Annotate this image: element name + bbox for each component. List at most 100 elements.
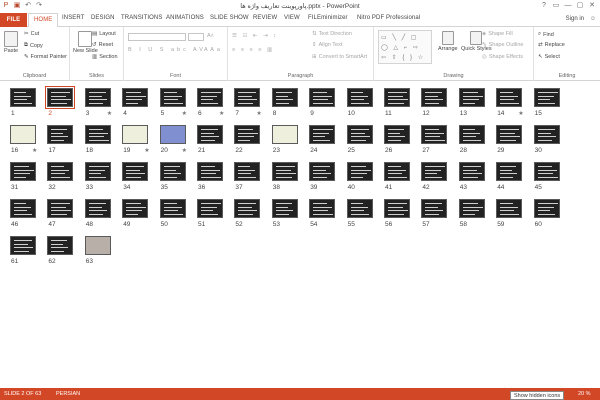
font-size-combo[interactable] xyxy=(188,33,204,41)
tab-view[interactable]: VIEW xyxy=(284,15,300,21)
slide-thumbnail[interactable] xyxy=(84,162,111,181)
font-name-combo[interactable] xyxy=(128,33,186,41)
animation-star-icon[interactable]: ★ xyxy=(182,110,187,117)
slide-thumbnail[interactable] xyxy=(10,199,36,218)
tab-nitro-pdf[interactable]: Nitro PDF Professional xyxy=(357,15,420,21)
tab-insert[interactable]: INSERT xyxy=(62,15,85,21)
tab-fileminimizer[interactable]: FILEminimizer xyxy=(308,15,348,21)
slide-thumbnail[interactable] xyxy=(271,88,298,107)
slide-thumbnail[interactable] xyxy=(271,199,298,218)
arrange-button[interactable]: Arrange xyxy=(438,31,458,52)
slide-thumbnail[interactable] xyxy=(384,88,410,107)
slide-thumbnail[interactable] xyxy=(309,199,336,218)
minimize-button[interactable]: — xyxy=(562,0,574,10)
slide-thumbnail[interactable] xyxy=(234,199,261,218)
slide-thumbnail[interactable] xyxy=(496,162,523,181)
slide-thumbnail[interactable] xyxy=(271,125,298,144)
slide-thumbnail[interactable] xyxy=(159,162,186,181)
slide-thumbnail[interactable] xyxy=(45,86,76,109)
animation-star-icon[interactable]: ★ xyxy=(107,110,112,117)
shape-outline-button[interactable]: ✎ Shape Outline xyxy=(482,42,523,48)
slide-thumbnail[interactable] xyxy=(346,125,373,144)
animation-star-icon[interactable]: ★ xyxy=(182,147,187,154)
text-direction-button[interactable]: ⇅ Text Direction xyxy=(312,31,352,37)
slide-thumbnail[interactable] xyxy=(84,125,111,144)
slide-thumbnail[interactable] xyxy=(384,162,410,181)
slide-thumbnail[interactable] xyxy=(122,199,149,218)
slide-thumbnail[interactable] xyxy=(496,199,523,218)
shape-fill-button[interactable]: ◈ Shape Fill xyxy=(482,31,513,37)
slide-thumbnail[interactable] xyxy=(458,125,485,144)
slide-thumbnail[interactable] xyxy=(533,88,560,107)
slide-thumbnail[interactable] xyxy=(533,162,560,181)
slide-thumbnail[interactable] xyxy=(47,236,74,255)
slide-thumbnail[interactable] xyxy=(309,125,336,144)
slide-thumbnail[interactable] xyxy=(197,162,223,181)
slide-thumbnail[interactable] xyxy=(458,162,485,181)
ribbon-display-button[interactable]: ▭ xyxy=(550,0,562,10)
slide-thumbnail[interactable] xyxy=(10,236,36,255)
font-color-icon[interactable]: A xyxy=(204,47,208,53)
slide-thumbnail[interactable] xyxy=(458,88,485,107)
shape-effects-button[interactable]: ◎ Shape Effects xyxy=(482,54,523,60)
account-avatar-icon[interactable]: ☺ xyxy=(590,16,596,22)
slide-thumbnail[interactable] xyxy=(234,88,261,107)
cut-button[interactable]: ✂ Cut xyxy=(24,31,39,37)
slide-thumbnail[interactable] xyxy=(346,88,373,107)
shapes-gallery[interactable]: ▭ ╲ ╱ ▢ ◯ △ ⌐ ⇨ ⇦ ⇧ { } ☆ xyxy=(378,30,432,64)
slide-thumbnail[interactable] xyxy=(10,162,36,181)
tab-animations[interactable]: ANIMATIONS xyxy=(166,15,204,21)
animation-star-icon[interactable]: ★ xyxy=(518,110,523,117)
slide-thumbnail[interactable] xyxy=(47,162,74,181)
slide-thumbnail[interactable] xyxy=(122,125,149,144)
tab-slide-show[interactable]: SLIDE SHOW xyxy=(210,15,249,21)
find-button[interactable]: ⌕ Find xyxy=(538,31,554,38)
slide-thumbnail[interactable] xyxy=(122,162,149,181)
tab-transitions[interactable]: TRANSITIONS xyxy=(121,15,162,21)
slide-thumbnail[interactable] xyxy=(309,88,336,107)
close-button[interactable]: ✕ xyxy=(586,0,598,10)
slide-thumbnail[interactable] xyxy=(496,88,523,107)
select-button[interactable]: ↖ Select xyxy=(538,54,560,60)
slide-thumbnail[interactable] xyxy=(10,125,36,144)
slide-thumbnail[interactable] xyxy=(197,125,223,144)
convert-smartart-button[interactable]: ⊞ Convert to SmartArt xyxy=(312,54,367,60)
help-button[interactable]: ? xyxy=(538,0,550,10)
align-buttons[interactable]: ≡ ≡ ≡ ≡ ▥ xyxy=(232,47,274,53)
slide-thumbnail[interactable] xyxy=(10,88,36,107)
slide-thumbnail[interactable] xyxy=(458,199,485,218)
slide-thumbnail[interactable] xyxy=(84,236,111,255)
slide-thumbnail[interactable] xyxy=(346,199,373,218)
animation-star-icon[interactable]: ★ xyxy=(219,110,224,117)
slide-thumbnail[interactable] xyxy=(234,162,261,181)
slide-thumbnail[interactable] xyxy=(496,125,523,144)
slide-thumbnail[interactable] xyxy=(421,199,448,218)
slide-thumbnail[interactable] xyxy=(384,125,410,144)
slide-thumbnail[interactable] xyxy=(309,162,336,181)
slide-thumbnail[interactable] xyxy=(421,162,448,181)
layout-button[interactable]: ▤ Layout xyxy=(92,31,116,37)
animation-star-icon[interactable]: ★ xyxy=(32,147,37,154)
slide-thumbnail[interactable] xyxy=(47,125,74,144)
language-indicator[interactable]: PERSIAN xyxy=(56,391,80,397)
slide-thumbnail[interactable] xyxy=(346,162,373,181)
slide-thumbnail[interactable] xyxy=(533,199,560,218)
list-buttons[interactable]: ☰ ☷ ⇤ ⇥ ↕ xyxy=(232,33,278,39)
reset-button[interactable]: ↺ Reset xyxy=(92,42,113,48)
slide-thumbnail[interactable] xyxy=(159,125,186,144)
font-format-buttons[interactable]: B I U S abc AV Aa xyxy=(128,47,223,53)
animation-star-icon[interactable]: ★ xyxy=(256,110,261,117)
animation-star-icon[interactable]: ★ xyxy=(144,147,149,154)
slide-thumbnail[interactable] xyxy=(197,88,223,107)
slide-thumbnail[interactable] xyxy=(421,125,448,144)
grow-font-icon[interactable]: A˄ xyxy=(207,33,214,39)
slide-thumbnail[interactable] xyxy=(84,199,111,218)
slide-thumbnail[interactable] xyxy=(159,88,186,107)
slide-thumbnail[interactable] xyxy=(271,162,298,181)
paste-button[interactable]: Paste xyxy=(4,31,18,54)
slide-thumbnail[interactable] xyxy=(159,199,186,218)
slide-thumbnail[interactable] xyxy=(533,125,560,144)
slide-thumbnail[interactable] xyxy=(47,199,74,218)
copy-button[interactable]: ⧉ Copy xyxy=(24,42,43,49)
slide-thumbnail[interactable] xyxy=(421,88,448,107)
